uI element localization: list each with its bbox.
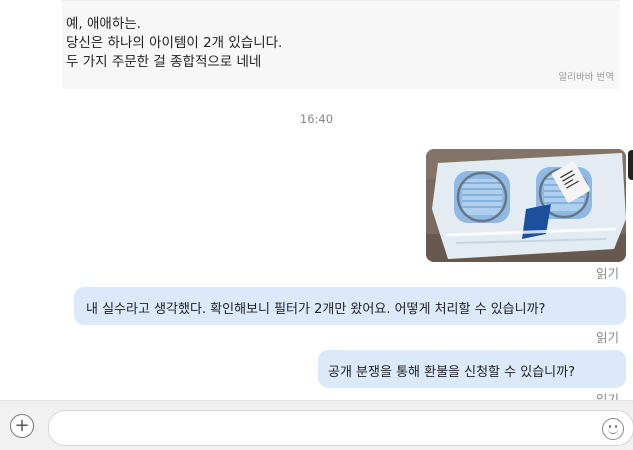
chat-history[interactable]: 예, 애애하는. 당신은 하나의 아이템이 2개 있습니다. 두 가지 주문한 … (0, 0, 633, 400)
read-receipt: 읽기 (595, 392, 619, 400)
sent-message-text: 내 실수라고 생각했다. 확인해보니 필터가 2개만 왔어요. 어떻게 처리할 … (86, 302, 546, 317)
read-receipt: 읽기 (595, 266, 619, 281)
message-composer: + (0, 400, 633, 450)
timestamp: 16:40 (299, 112, 334, 126)
translation-label[interactable]: 알리바바 번역 (559, 69, 614, 83)
smiley-mouth (608, 428, 618, 434)
received-message-text: 예, 애애하는. 당신은 하나의 아이템이 2개 있습니다. 두 가지 주문한 … (66, 15, 282, 72)
plus-icon[interactable]: + (10, 414, 34, 438)
message-input[interactable] (48, 410, 633, 446)
received-line: 당신은 하나의 아이템이 2개 있습니다. (66, 35, 283, 51)
scroll-edge-indicator (628, 150, 633, 180)
sent-photo-message[interactable] (426, 149, 626, 262)
received-line: 예, 애애하는. (66, 16, 141, 32)
received-line: 두 가지 주문한 걸 종합적으로 네네 (66, 54, 262, 70)
sent-message-bubble[interactable]: 내 실수라고 생각했다. 확인해보니 필터가 2개만 왔어요. 어떻게 처리할 … (74, 287, 626, 325)
sent-message-bubble[interactable]: 공개 분쟁을 통해 환불을 신청할 수 있습니까? (318, 350, 626, 388)
received-message: 예, 애애하는. 당신은 하나의 아이템이 2개 있습니다. 두 가지 주문한 … (62, 0, 620, 89)
sent-message-text: 공개 분쟁을 통해 환불을 신청할 수 있습니까? (328, 365, 575, 380)
read-receipt: 읽기 (595, 330, 619, 345)
product-photo (426, 149, 626, 262)
smiley-icon[interactable] (602, 418, 624, 440)
